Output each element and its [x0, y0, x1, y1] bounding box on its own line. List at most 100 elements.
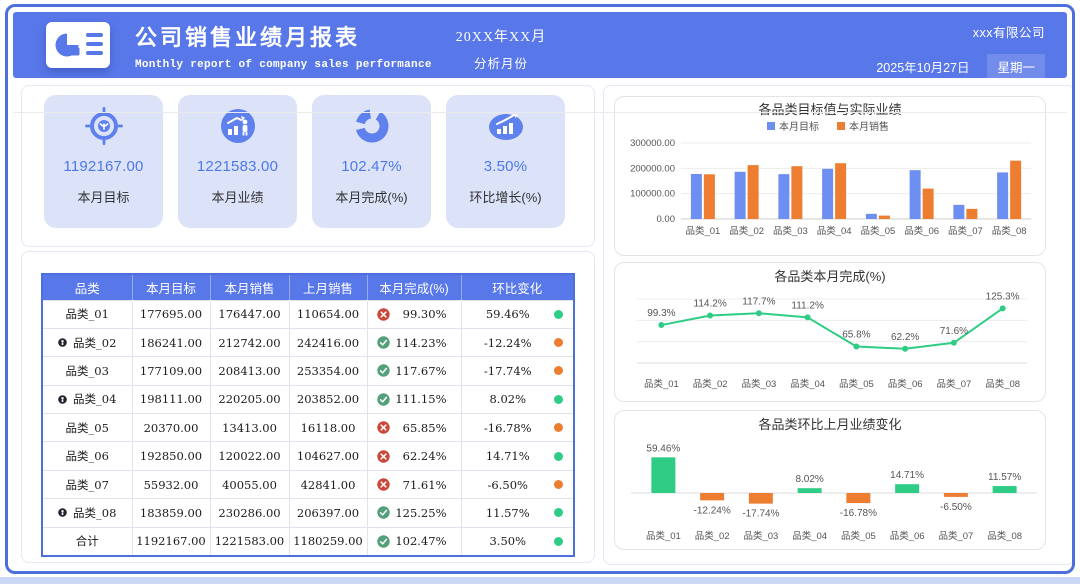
svg-text:本月销售: 本月销售: [849, 120, 889, 133]
positive-dot-indicator: [554, 537, 563, 546]
bar: [735, 172, 746, 219]
cell-monthly-target[interactable]: 192850.00: [132, 442, 210, 470]
cell-last-month-sales[interactable]: 203852.00: [289, 385, 367, 413]
negative-dot-indicator: [554, 480, 563, 489]
cell-monthly-sales[interactable]: 120022.00: [210, 442, 289, 470]
cell-last-month-sales[interactable]: 253354.00: [289, 357, 367, 385]
cell-completion[interactable]: 114.23%: [367, 328, 461, 356]
sales-table: 品类本月目标本月销售上月销售本月完成(%)环比变化 品类_01177695.00…: [41, 273, 575, 557]
cell-monthly-target[interactable]: 20370.00: [132, 414, 210, 442]
svg-text:8.02%: 8.02%: [795, 474, 823, 485]
content-area: 1192167.00 本月目标 1221583: [13, 78, 1067, 566]
cell-category[interactable]: 合计: [42, 527, 132, 555]
svg-text:品类_08: 品类_08: [992, 225, 1027, 237]
cell-mom-change[interactable]: 11.57%: [461, 499, 574, 527]
cell-last-month-sales[interactable]: 242416.00: [289, 328, 367, 356]
cell-completion[interactable]: 62.24%: [367, 442, 461, 470]
table-row: 品类_01177695.00176447.00110654.0099.30%59…: [42, 300, 574, 328]
cell-completion[interactable]: 99.30%: [367, 300, 461, 328]
bar: [879, 216, 890, 219]
kpi-label: 本月业绩: [211, 187, 263, 206]
svg-text:100000.00: 100000.00: [630, 189, 675, 200]
cell-monthly-sales[interactable]: 208413.00: [210, 357, 289, 385]
svg-text:11.57%: 11.57%: [988, 472, 1021, 483]
cell-monthly-sales[interactable]: 40055.00: [210, 470, 289, 498]
svg-text:品类_02: 品类_02: [693, 378, 728, 390]
svg-text:200000.00: 200000.00: [630, 163, 675, 174]
svg-text:117.7%: 117.7%: [742, 296, 775, 307]
svg-text:-16.78%: -16.78%: [840, 508, 877, 519]
cell-completion[interactable]: 102.47%: [367, 527, 461, 555]
cell-category[interactable]: 品类_06: [42, 442, 132, 470]
svg-text:300000.00: 300000.00: [630, 138, 675, 149]
cell-category[interactable]: 品类_05: [42, 414, 132, 442]
cell-monthly-sales[interactable]: 176447.00: [210, 300, 289, 328]
column-header: 本月完成(%): [367, 274, 461, 300]
cell-monthly-target[interactable]: 183859.00: [132, 499, 210, 527]
cell-mom-change[interactable]: -17.74%: [461, 357, 574, 385]
cell-last-month-sales[interactable]: 206397.00: [289, 499, 367, 527]
table-row: 品类_08183859.00230286.00206397.00125.25%1…: [42, 499, 574, 527]
cell-last-month-sales[interactable]: 104627.00: [289, 442, 367, 470]
cell-completion[interactable]: 125.25%: [367, 499, 461, 527]
kpi-label: 本月完成(%): [335, 187, 407, 206]
cell-monthly-sales[interactable]: 230286.00: [210, 499, 289, 527]
bar: [910, 170, 921, 219]
cell-monthly-sales[interactable]: 212742.00: [210, 328, 289, 356]
kpi-label: 本月目标: [77, 187, 129, 206]
bar: [923, 189, 934, 219]
cell-completion[interactable]: 71.61%: [367, 470, 461, 498]
page-subtitle: Monthly report of company sales performa…: [135, 59, 432, 71]
cell-monthly-target[interactable]: 177109.00: [132, 357, 210, 385]
table-row: 品类_03177109.00208413.00253354.00117.67%-…: [42, 357, 574, 385]
cell-monthly-sales[interactable]: 1221583.00: [210, 527, 289, 555]
company-block: xxx有限公司 2025年10月27日 星期一: [876, 22, 1045, 79]
kpi-card-monthly-target: 1192167.00 本月目标: [44, 95, 163, 228]
cell-last-month-sales[interactable]: 1180259.00: [289, 527, 367, 555]
analysis-month: 20XX年XX月: [421, 26, 581, 46]
sales-table-body: 品类_01177695.00176447.00110654.0099.30%59…: [42, 300, 574, 556]
cross-circle-icon: [377, 308, 390, 321]
cell-category[interactable]: 品类_01: [42, 300, 132, 328]
cell-last-month-sales[interactable]: 16118.00: [289, 414, 367, 442]
cell-mom-change[interactable]: 59.46%: [461, 300, 574, 328]
cell-monthly-target[interactable]: 186241.00: [132, 328, 210, 356]
cell-completion[interactable]: 111.15%: [367, 385, 461, 413]
svg-text:-6.50%: -6.50%: [940, 502, 972, 513]
cell-category[interactable]: 品类_08: [42, 499, 132, 527]
cell-category[interactable]: 品类_07: [42, 470, 132, 498]
svg-text:99.3%: 99.3%: [647, 308, 675, 319]
cell-monthly-target[interactable]: 198111.00: [132, 385, 210, 413]
cell-monthly-target[interactable]: 1192167.00: [132, 527, 210, 555]
bar: [895, 484, 919, 493]
svg-text:品类_06: 品类_06: [890, 530, 925, 542]
cell-last-month-sales[interactable]: 42841.00: [289, 470, 367, 498]
check-circle-icon: [377, 535, 390, 548]
bar: [651, 457, 675, 493]
cell-mom-change[interactable]: -16.78%: [461, 414, 574, 442]
kpi-value: 1192167.00: [63, 158, 143, 175]
cell-mom-change[interactable]: 8.02%: [461, 385, 574, 413]
svg-text:品类_05: 品类_05: [841, 530, 876, 542]
cell-monthly-target[interactable]: 177695.00: [132, 300, 210, 328]
cell-mom-change[interactable]: 3.50%: [461, 527, 574, 555]
top-rank-indicator-icon: [58, 508, 67, 517]
cell-monthly-sales[interactable]: 13413.00: [210, 414, 289, 442]
cell-completion[interactable]: 117.67%: [367, 357, 461, 385]
cell-monthly-sales[interactable]: 220205.00: [210, 385, 289, 413]
table-total-row: 合计1192167.001221583.001180259.00102.47%3…: [42, 527, 574, 555]
svg-text:59.46%: 59.46%: [646, 443, 680, 454]
positive-dot-indicator: [554, 508, 563, 517]
cell-category[interactable]: 品类_04: [42, 385, 132, 413]
cell-completion[interactable]: 65.85%: [367, 414, 461, 442]
cell-mom-change[interactable]: -6.50%: [461, 470, 574, 498]
cell-mom-change[interactable]: 14.71%: [461, 442, 574, 470]
cell-category[interactable]: 品类_02: [42, 328, 132, 356]
cell-category[interactable]: 品类_03: [42, 357, 132, 385]
bar: [846, 493, 870, 503]
cell-monthly-target[interactable]: 55932.00: [132, 470, 210, 498]
cross-circle-icon: [377, 478, 390, 491]
cell-mom-change[interactable]: -12.24%: [461, 328, 574, 356]
cell-last-month-sales[interactable]: 110654.00: [289, 300, 367, 328]
svg-text:品类_01: 品类_01: [644, 378, 679, 390]
